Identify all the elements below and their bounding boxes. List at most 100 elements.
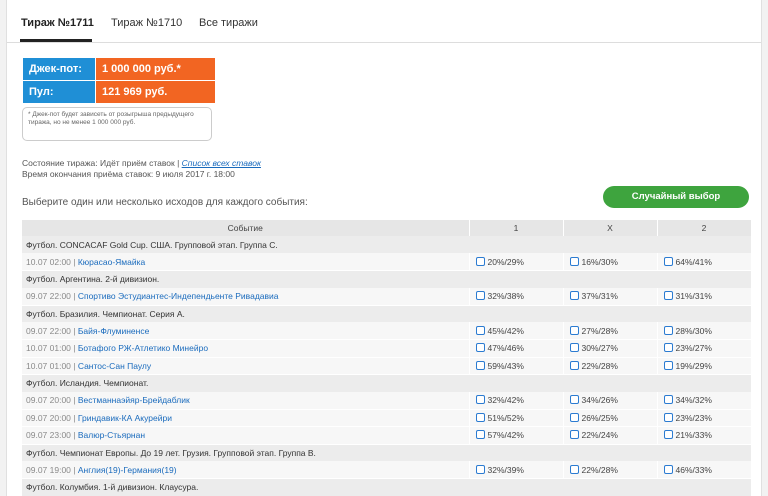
outcome-1-checkbox[interactable] — [475, 256, 485, 266]
event-time: 09.07 19:00 — [26, 464, 71, 475]
selection-prompt: Выберите один или несколько исходов для … — [22, 197, 308, 208]
event-name-link[interactable]: Англия(19)-Германия(19) — [78, 465, 177, 475]
event-name-link[interactable]: Гриндавик-КА Акурейри — [78, 413, 172, 423]
event-group-title: Футбол. Бразилия. Чемпионат. Серия A. — [22, 305, 752, 322]
outcome-x-cell: 34%/26% — [563, 391, 658, 410]
event-time: 09.07 23:00 — [26, 430, 71, 441]
outcome-1-checkbox[interactable] — [475, 395, 485, 404]
outcome-x-checkbox[interactable] — [569, 291, 579, 300]
all-bets-link[interactable]: Список всех ставок — [182, 158, 261, 168]
event-group-title: Футбол. Колумбия. 1-й дивизион. Клаусура… — [22, 478, 752, 496]
outcome-1-percent: 20%/29% — [487, 256, 524, 267]
header-outcome-x: X — [563, 220, 658, 236]
outcome-1-percent: 45%/42% — [487, 325, 524, 336]
outcome-2-percent: 28%/30% — [675, 325, 712, 336]
outcome-x-checkbox[interactable] — [569, 395, 579, 404]
event-row: 09.07 20:00 | Гриндавик-КА Акурейри 51%/5… — [22, 409, 752, 427]
outcome-x-cell: 22%/28% — [563, 461, 658, 479]
event-row: 09.07 19:00 | Англия(19)-Германия(19) 32%… — [22, 461, 752, 479]
event-cell: 09.07 20:00 | Вестманнаэйяр-Брейдаблик — [22, 391, 470, 410]
tab-all-draws[interactable]: Все тиражи — [199, 17, 258, 29]
event-group-row: Футбол. Аргентина. 2-й дивизион. — [22, 270, 752, 288]
outcome-1-percent: 32%/39% — [487, 464, 524, 475]
deadline-text: Время окончания приёма ставок: 9 июля 20… — [22, 169, 235, 179]
outcome-x-checkbox[interactable] — [569, 360, 579, 370]
event-group-row: Футбол. Колумбия. 1-й дивизион. Клаусура… — [22, 478, 752, 496]
outcome-1-checkbox[interactable] — [475, 412, 485, 422]
events-table: Событие 1 X 2 Футбол. CONCACAF Gold Cup.… — [22, 220, 752, 496]
outcome-2-checkbox[interactable] — [663, 360, 673, 370]
header-outcome-1: 1 — [469, 220, 564, 236]
outcome-x-checkbox[interactable] — [569, 256, 579, 266]
outcome-2-checkbox[interactable] — [663, 395, 673, 404]
draw-state-text: Состояние тиража: Идёт приём ставок | — [22, 158, 180, 168]
outcome-1-checkbox[interactable] — [475, 343, 485, 353]
event-name-link[interactable]: Сантос-Сан Паулу — [78, 361, 151, 371]
outcome-1-checkbox[interactable] — [475, 464, 485, 474]
outcome-1-checkbox[interactable] — [475, 325, 485, 335]
outcome-1-percent: 57%/42% — [487, 430, 524, 441]
random-pick-button[interactable]: Случайный выбор — [603, 186, 749, 208]
outcome-x-checkbox[interactable] — [569, 464, 579, 474]
outcome-x-percent: 34%/26% — [581, 395, 618, 405]
pool-label: Пул: — [22, 80, 96, 104]
outcome-x-checkbox[interactable] — [569, 325, 579, 335]
outcome-2-checkbox[interactable] — [663, 256, 673, 266]
outcome-2-cell: 46%/33% — [657, 461, 752, 479]
outcome-x-percent: 22%/28% — [581, 464, 618, 475]
outcome-1-checkbox[interactable] — [475, 291, 485, 300]
tab-draw-1710[interactable]: Тираж №1710 — [111, 17, 182, 29]
draw-panel: Тираж №1711 Тираж №1710 Все тиражи Джек-… — [6, 0, 762, 496]
outcome-2-checkbox[interactable] — [663, 464, 673, 474]
event-separator: | — [70, 343, 78, 354]
outcome-2-checkbox[interactable] — [663, 412, 673, 422]
outcome-1-cell: 32%/39% — [469, 461, 564, 479]
outcome-x-checkbox[interactable] — [569, 412, 579, 422]
outcome-x-checkbox[interactable] — [569, 430, 579, 440]
draw-status: Состояние тиража: Идёт приём ставок | Сп… — [22, 158, 261, 180]
event-name-link[interactable]: Ботафого РЖ-Атлетико Минейро — [78, 343, 208, 353]
event-separator: | — [70, 464, 78, 475]
outcome-2-percent: 21%/33% — [675, 430, 712, 441]
outcome-2-checkbox[interactable] — [663, 325, 673, 335]
outcome-2-cell: 34%/32% — [657, 391, 752, 410]
event-name-link[interactable]: Вестманнаэйяр-Брейдаблик — [78, 395, 190, 405]
event-separator: | — [70, 360, 78, 371]
event-name-link[interactable]: Валюр-Стьярнан — [78, 430, 145, 440]
outcome-1-cell: 32%/38% — [469, 287, 564, 306]
event-row: 10.07 01:00 | Сантос-Сан Паулу 59%/43% 22%… — [22, 357, 752, 375]
outcome-1-percent: 59%/43% — [487, 360, 524, 371]
outcome-x-cell: 37%/31% — [563, 287, 658, 306]
event-name-link[interactable]: Спортиво Эстудиантес-Индепендьенте Ривад… — [78, 291, 279, 301]
outcome-2-percent: 64%/41% — [675, 256, 712, 267]
outcome-2-checkbox[interactable] — [663, 343, 673, 353]
event-group-title: Футбол. Исландия. Чемпионат. — [22, 374, 752, 392]
event-name-link[interactable]: Байя-Флуминенсе — [78, 326, 149, 336]
outcome-2-checkbox[interactable] — [663, 291, 673, 300]
event-row: 09.07 23:00 | Валюр-Стьярнан 57%/42% 22%/2… — [22, 426, 752, 445]
outcome-2-cell: 23%/27% — [657, 339, 752, 358]
draw-tabs: Тираж №1711 Тираж №1710 Все тиражи — [7, 0, 761, 43]
outcome-1-checkbox[interactable] — [475, 430, 485, 440]
outcome-2-checkbox[interactable] — [663, 430, 673, 440]
outcome-2-percent: 23%/27% — [675, 343, 712, 354]
event-name-link[interactable]: Кюрасао-Ямайка — [78, 257, 145, 267]
event-separator: | — [70, 325, 78, 336]
event-separator: | — [70, 256, 78, 267]
event-cell: 10.07 01:00 | Ботафого РЖ-Атлетико Миней… — [22, 339, 470, 358]
outcome-x-cell: 22%/24% — [563, 426, 658, 445]
event-cell: 09.07 22:00 | Байя-Флуминенсе — [22, 322, 470, 340]
tab-draw-1711[interactable]: Тираж №1711 — [21, 17, 94, 29]
outcome-2-cell: 23%/23% — [657, 409, 752, 427]
event-separator: | — [70, 291, 78, 301]
event-group-row: Футбол. CONCACAF Gold Cup. США. Группово… — [22, 236, 752, 253]
event-cell: 10.07 01:00 | Сантос-Сан Паулу — [22, 357, 470, 375]
event-cell: 09.07 22:00 | Спортиво Эстудиантес-Индеп… — [22, 287, 470, 306]
outcome-2-cell: 28%/30% — [657, 322, 752, 340]
outcome-2-percent: 31%/31% — [675, 291, 712, 301]
pool-value: 121 969 руб. — [95, 80, 216, 104]
event-group-row: Футбол. Чемпионат Европы. До 19 лет. Гру… — [22, 444, 752, 461]
event-group-row: Футбол. Исландия. Чемпионат. — [22, 374, 752, 392]
outcome-1-checkbox[interactable] — [475, 360, 485, 370]
outcome-x-checkbox[interactable] — [569, 343, 579, 353]
